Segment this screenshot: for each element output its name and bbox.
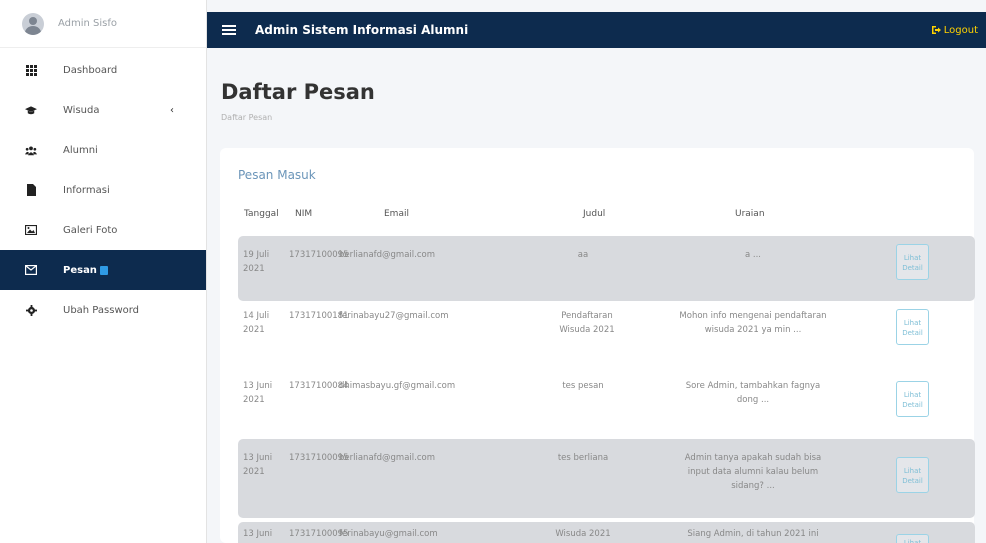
cell-email: ferinabayu27@gmail.com [339, 311, 449, 321]
messages-card: Pesan Masuk Tanggal NIM Email Judul Urai… [220, 148, 975, 543]
sidebar-item-label: Pesan [63, 264, 97, 276]
card-title: Pesan Masuk [238, 168, 316, 182]
sidebar-item-alumni[interactable]: Alumni [0, 130, 206, 170]
sidebar-item-pesan[interactable]: Pesan [0, 250, 206, 290]
sidebar-item-dashboard[interactable]: Dashboard [0, 50, 206, 90]
envelope-icon [25, 264, 37, 276]
sidebar-brand[interactable]: Admin Sisfo [0, 0, 206, 48]
app-title: Admin Sistem Informasi Alumni [255, 23, 469, 37]
table-row: 19 Juli 2021 17317100095 berlianafd@gmai… [238, 236, 975, 301]
table-row: 14 Juli 2021 17317100181 ferinabayu27@gm… [238, 301, 975, 361]
lihat-detail-button[interactable]: Lihat [896, 534, 929, 543]
chevron-left-icon: ‹ [170, 104, 174, 116]
cell-tanggal: 13 Juni 2021 [243, 453, 273, 477]
users-icon [25, 144, 37, 156]
cell-tanggal: 13 Juni [243, 529, 273, 539]
cell-uraian: Admin tanya apakah sudah bisa input data… [684, 453, 822, 491]
cell-judul: aa [577, 250, 589, 260]
gear-icon [25, 304, 37, 316]
cell-uraian: Mohon info mengenai pendaftaran wisuda 2… [679, 311, 827, 335]
topbar: Admin Sistem Informasi Alumni Logout [207, 12, 986, 48]
sidebar-item-label: Alumni [63, 144, 98, 156]
sidebar: Admin Sisfo Dashboard Wisuda ‹ Alumni In… [0, 0, 207, 543]
table-row: 13 Juni 17317100095 ferinabayu@gmail.com… [238, 522, 975, 543]
sidebar-item-label: Galeri Foto [63, 224, 118, 236]
cell-email: berlianafd@gmail.com [339, 250, 435, 260]
graduation-cap-icon [25, 104, 37, 116]
sign-out-icon [931, 26, 941, 34]
lihat-detail-button[interactable]: Lihat Detail [896, 457, 929, 493]
avatar [22, 12, 44, 35]
page-title: Daftar Pesan [221, 80, 375, 104]
file-icon [25, 184, 37, 196]
hamburger-menu-icon[interactable] [222, 25, 236, 35]
sidebar-item-label: Informasi [63, 184, 110, 196]
grid-icon [25, 64, 37, 76]
unread-badge [99, 265, 108, 275]
cell-email: berlianafd@gmail.com [339, 453, 435, 463]
cell-email: dhimasbayu.gf@gmail.com [339, 381, 456, 391]
cell-tanggal: 14 Juli 2021 [243, 311, 270, 335]
logout-button[interactable]: Logout [931, 25, 978, 36]
cell-uraian: Sore Admin, tambahkan fagnya dong ... [685, 381, 821, 405]
sidebar-item-label: Wisuda [63, 104, 100, 116]
logout-label: Logout [943, 24, 978, 36]
cell-tanggal: 19 Juli 2021 [243, 250, 270, 274]
column-header-judul: Judul [583, 209, 606, 219]
cell-tanggal: 13 Juni 2021 [243, 381, 273, 405]
cell-uraian: Siang Admin, di tahun 2021 ini [687, 529, 819, 539]
table-row: 13 Juni 2021 17317100084 dhimasbayu.gf@g… [238, 361, 975, 436]
cell-judul: Wisuda 2021 [555, 529, 611, 539]
sidebar-item-label: Dashboard [63, 64, 118, 76]
column-header-tanggal: Tanggal [244, 209, 279, 219]
image-icon [25, 224, 37, 236]
cell-email: ferinabayu@gmail.com [339, 529, 438, 539]
sidebar-item-wisuda[interactable]: Wisuda ‹ [0, 90, 206, 130]
lihat-detail-button[interactable]: Lihat Detail [896, 244, 929, 280]
column-header-email: Email [384, 209, 409, 219]
cell-judul: Pendaftaran Wisuda 2021 [559, 311, 615, 335]
column-header-nim: NIM [295, 209, 313, 219]
sidebar-item-ubah-password[interactable]: Ubah Password [0, 290, 206, 330]
brand-name: Admin Sisfo [58, 18, 118, 29]
cell-judul: tes berliana [557, 453, 609, 463]
sidebar-item-label: Ubah Password [63, 304, 140, 316]
cell-uraian: a ... [744, 250, 762, 260]
breadcrumb[interactable]: Daftar Pesan [221, 113, 272, 122]
sidebar-nav: Dashboard Wisuda ‹ Alumni Informasi Gale… [0, 48, 206, 330]
cell-judul: tes pesan [562, 381, 604, 391]
lihat-detail-button[interactable]: Lihat Detail [896, 309, 929, 345]
lihat-detail-button[interactable]: Lihat Detail [896, 381, 929, 417]
table-row: 13 Juni 2021 17317100095 berlianafd@gmai… [238, 439, 975, 518]
column-header-uraian: Uraian [735, 209, 765, 219]
sidebar-item-informasi[interactable]: Informasi [0, 170, 206, 210]
sidebar-item-galeri-foto[interactable]: Galeri Foto [0, 210, 206, 250]
